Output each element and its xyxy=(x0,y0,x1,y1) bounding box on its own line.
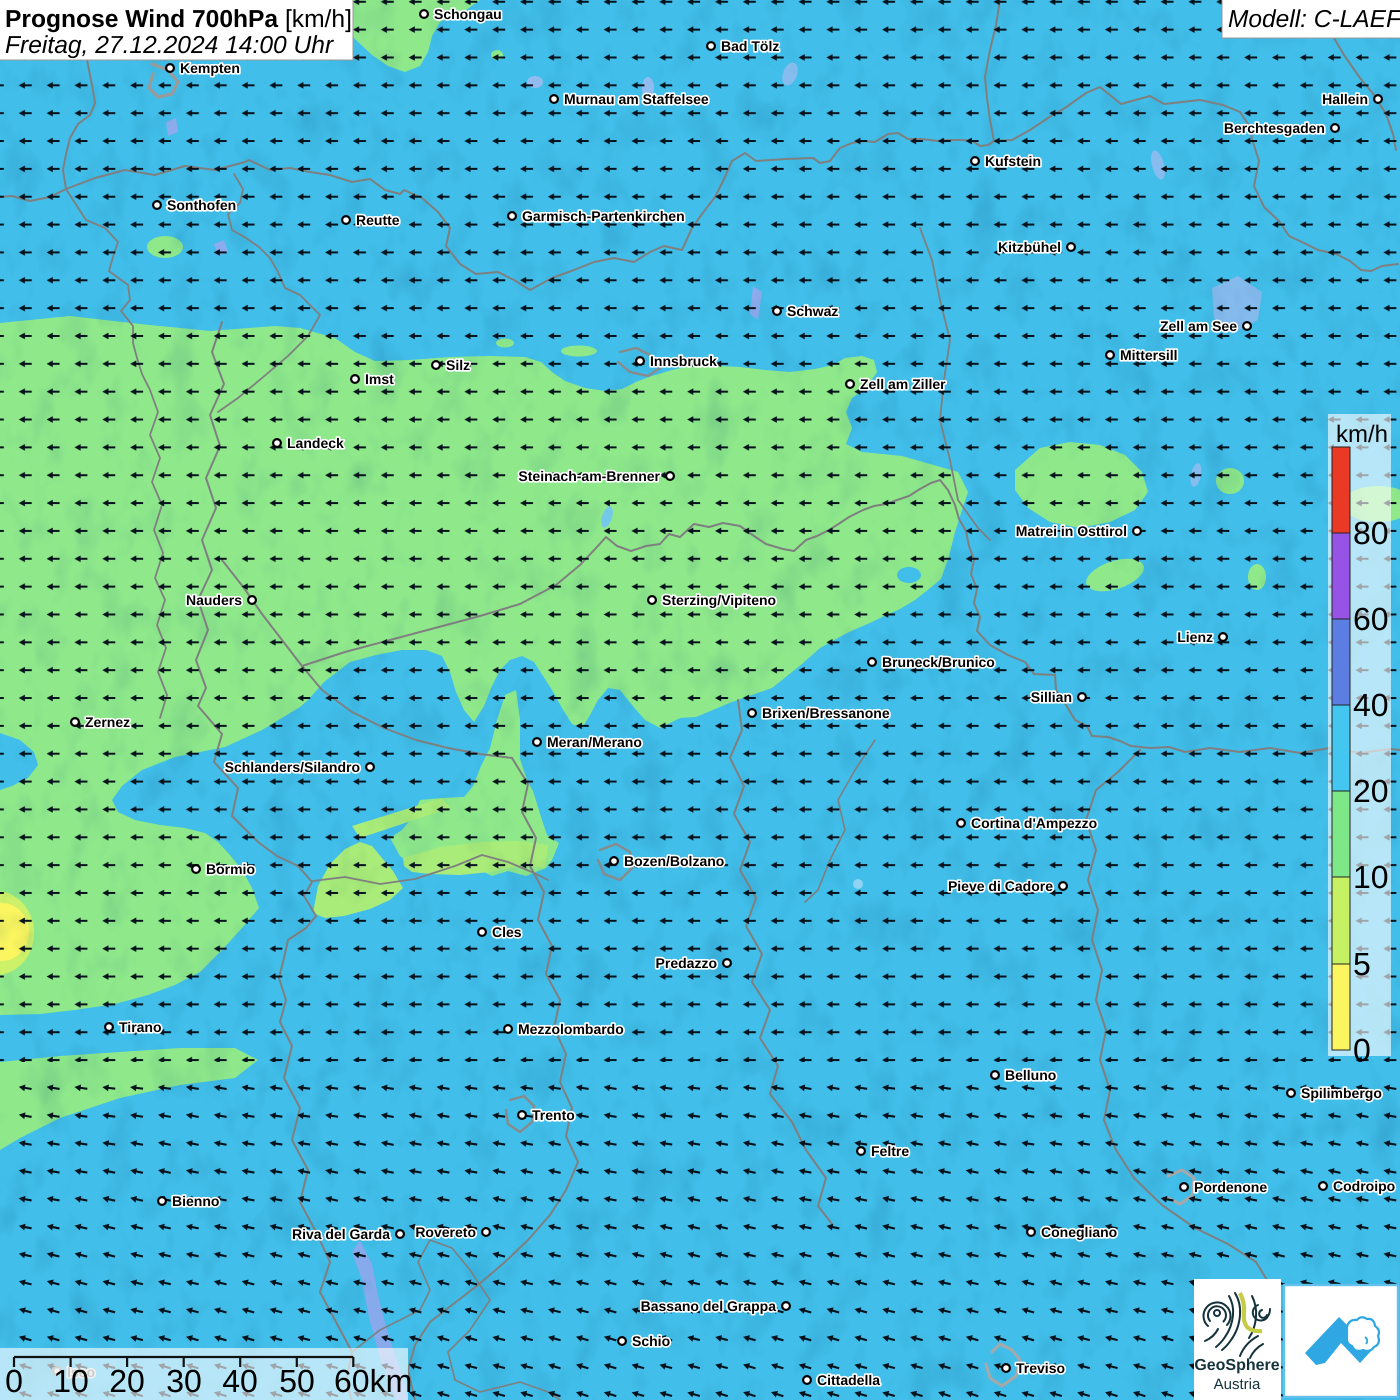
svg-text:Pordenone: Pordenone xyxy=(1194,1179,1267,1195)
svg-text:Schio: Schio xyxy=(632,1333,670,1349)
svg-text:60: 60 xyxy=(1353,601,1389,637)
svg-text:Rovereto: Rovereto xyxy=(415,1224,476,1240)
svg-text:Murnau am Staffelsee: Murnau am Staffelsee xyxy=(564,91,709,107)
svg-text:Trento: Trento xyxy=(532,1107,575,1123)
svg-text:40: 40 xyxy=(1353,687,1389,723)
svg-text:Steinach-am-Brenner: Steinach-am-Brenner xyxy=(518,468,660,484)
svg-text:Kitzbühel: Kitzbühel xyxy=(998,239,1061,255)
svg-text:Freitag, 27.12.2024 14:00 Uhr: Freitag, 27.12.2024 14:00 Uhr xyxy=(5,32,335,59)
svg-text:Kufstein: Kufstein xyxy=(985,153,1041,169)
svg-text:Meran/Merano: Meran/Merano xyxy=(547,734,642,750)
svg-text:Hallein: Hallein xyxy=(1322,91,1368,107)
svg-text:Riva del Garda: Riva del Garda xyxy=(292,1226,390,1242)
svg-text:Conegliano: Conegliano xyxy=(1041,1224,1117,1240)
svg-text:Nauders: Nauders xyxy=(186,592,242,608)
svg-text:Lienz: Lienz xyxy=(1177,629,1213,645)
svg-text:Austria: Austria xyxy=(1214,1376,1261,1393)
svg-text:Bruneck/Brunico: Bruneck/Brunico xyxy=(882,654,995,670)
svg-text:20: 20 xyxy=(109,1363,145,1399)
svg-text:Belluno: Belluno xyxy=(1005,1067,1056,1083)
svg-text:60km: 60km xyxy=(334,1363,412,1399)
svg-text:Cortina d'Ampezzo: Cortina d'Ampezzo xyxy=(971,815,1097,831)
svg-text:40: 40 xyxy=(222,1363,258,1399)
svg-text:Silz: Silz xyxy=(446,357,470,373)
svg-text:Landeck: Landeck xyxy=(287,435,344,451)
svg-text:Bozen/Bolzano: Bozen/Bolzano xyxy=(624,853,724,869)
svg-text:Brixen/Bressanone: Brixen/Bressanone xyxy=(762,705,890,721)
svg-text:Reutte: Reutte xyxy=(356,212,400,228)
svg-text:Berchtesgaden: Berchtesgaden xyxy=(1224,120,1325,136)
svg-text:50: 50 xyxy=(279,1363,315,1399)
svg-text:0: 0 xyxy=(1353,1032,1371,1068)
svg-text:Spilimbergo: Spilimbergo xyxy=(1301,1085,1382,1101)
svg-text:Prognose Wind 700hPa [km/h]: Prognose Wind 700hPa [km/h] xyxy=(5,6,352,33)
svg-text:5: 5 xyxy=(1353,946,1371,982)
svg-text:Zell am See: Zell am See xyxy=(1160,318,1237,334)
svg-text:Treviso: Treviso xyxy=(1016,1360,1065,1376)
svg-text:Bienno: Bienno xyxy=(172,1193,219,1209)
svg-text:Zernez: Zernez xyxy=(85,714,130,730)
svg-text:Garmisch-Partenkirchen: Garmisch-Partenkirchen xyxy=(522,208,685,224)
svg-text:km/h: km/h xyxy=(1336,421,1388,448)
svg-text:Innsbruck: Innsbruck xyxy=(650,353,717,369)
svg-text:Imst: Imst xyxy=(365,371,394,387)
svg-text:Schlanders/Silandro: Schlanders/Silandro xyxy=(225,759,360,775)
svg-text:Tirano: Tirano xyxy=(119,1019,162,1035)
svg-text:80: 80 xyxy=(1353,515,1389,551)
svg-text:Mittersill: Mittersill xyxy=(1120,347,1178,363)
svg-text:Codroipo: Codroipo xyxy=(1333,1178,1395,1194)
svg-text:Predazzo: Predazzo xyxy=(656,955,717,971)
svg-text:Sterzing/Vipiteno: Sterzing/Vipiteno xyxy=(662,592,776,608)
svg-text:Kempten: Kempten xyxy=(180,60,240,76)
svg-text:Sillian: Sillian xyxy=(1031,689,1072,705)
svg-text:30: 30 xyxy=(166,1363,202,1399)
svg-text:GeoSphere: GeoSphere xyxy=(1194,1357,1279,1374)
svg-text:Matrei in Osttirol: Matrei in Osttirol xyxy=(1016,523,1127,539)
svg-text:0: 0 xyxy=(5,1363,23,1399)
svg-text:Zell am Ziller: Zell am Ziller xyxy=(860,376,946,392)
svg-text:Sonthofen: Sonthofen xyxy=(167,197,236,213)
svg-text:Bormio: Bormio xyxy=(206,861,255,877)
svg-text:Modell: C-LAEF: Modell: C-LAEF xyxy=(1228,6,1400,33)
svg-text:Cittadella: Cittadella xyxy=(817,1372,880,1388)
svg-text:10: 10 xyxy=(53,1363,89,1399)
svg-text:Mezzolombardo: Mezzolombardo xyxy=(518,1021,624,1037)
svg-text:20: 20 xyxy=(1353,773,1389,809)
svg-text:Bassano del Grappa: Bassano del Grappa xyxy=(641,1298,777,1314)
svg-text:Cles: Cles xyxy=(492,924,522,940)
svg-text:Pieve di Cadore: Pieve di Cadore xyxy=(948,878,1053,894)
svg-text:Schwaz: Schwaz xyxy=(787,303,838,319)
svg-text:Bad Tölz: Bad Tölz xyxy=(721,38,779,54)
svg-text:10: 10 xyxy=(1353,859,1389,895)
svg-text:Schongau: Schongau xyxy=(434,6,502,22)
svg-text:Feltre: Feltre xyxy=(871,1143,909,1159)
